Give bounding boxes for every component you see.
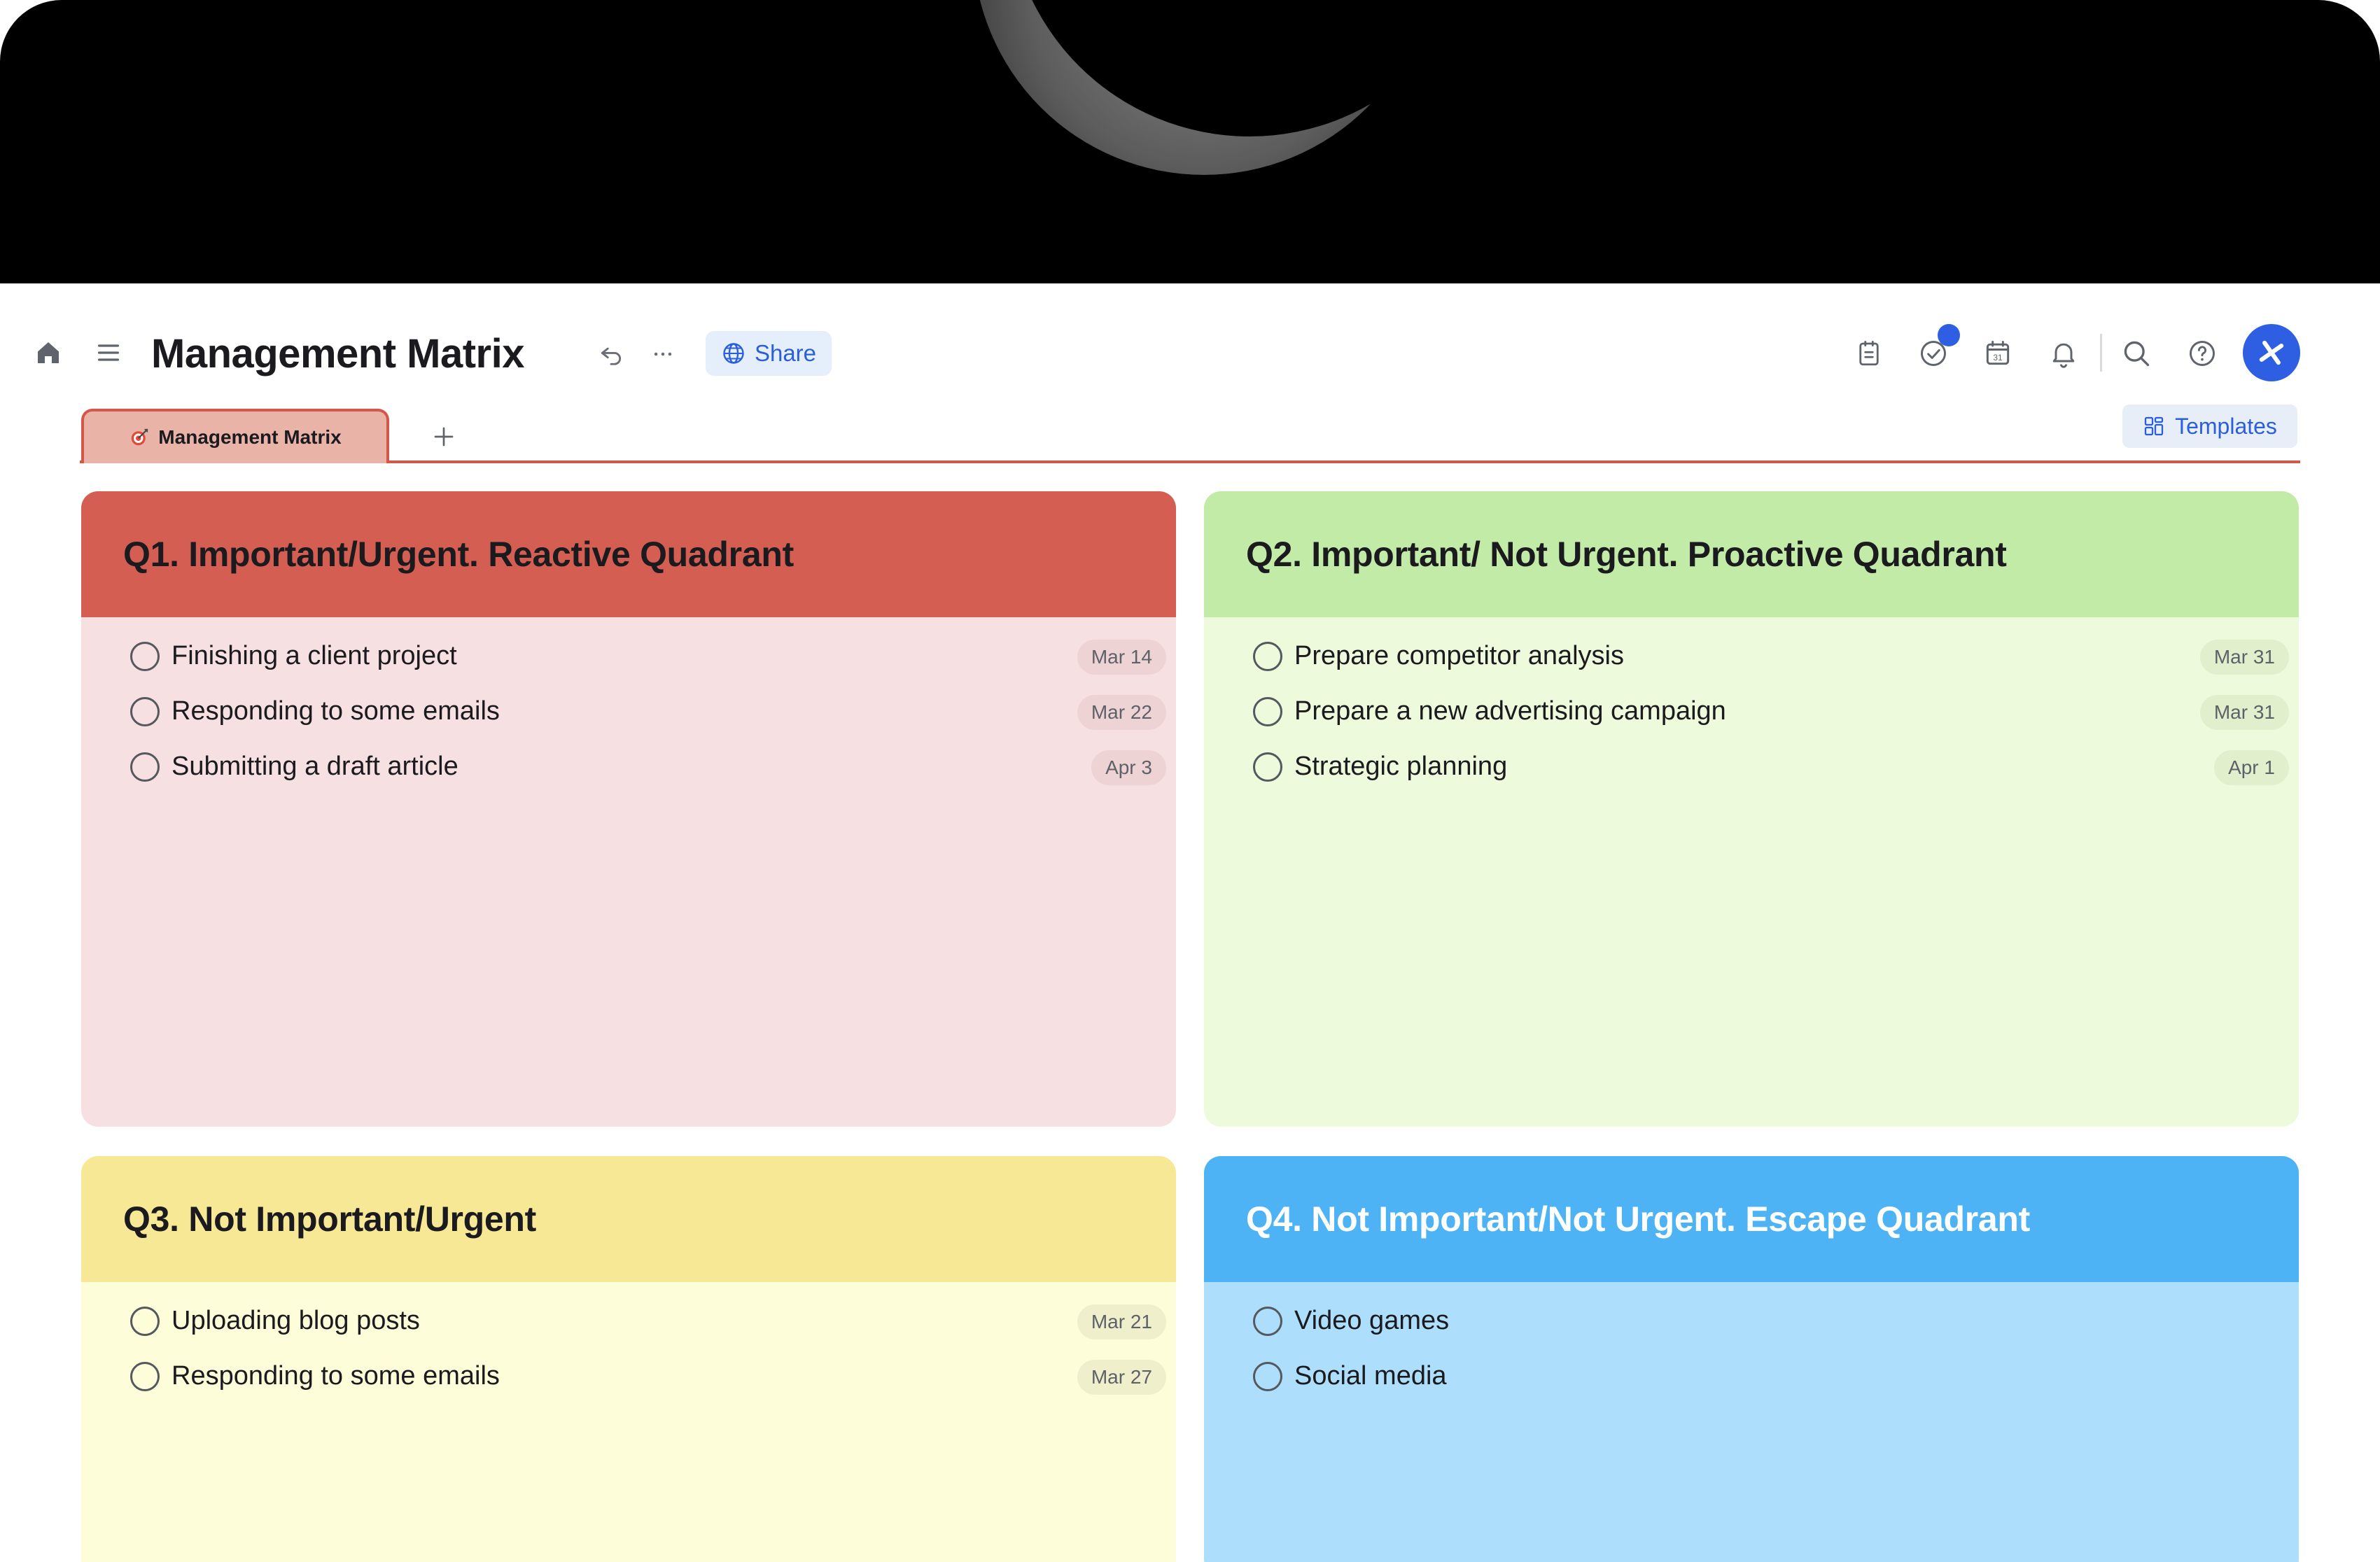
help-icon[interactable]	[2183, 334, 2222, 373]
quadrant-title[interactable]: Q2. Important/ Not Urgent. Proactive Qua…	[1204, 491, 2299, 617]
avatar-logo-icon	[2255, 337, 2288, 369]
task-label[interactable]: Responding to some emails	[172, 684, 500, 739]
task-checkbox[interactable]	[130, 1307, 160, 1336]
tab-management-matrix[interactable]: Management Matrix	[81, 409, 389, 463]
task-list: Video games Social media	[1204, 1282, 2299, 1404]
due-date-badge[interactable]: Mar 27	[1077, 1360, 1166, 1395]
task-checkbox[interactable]	[130, 642, 160, 671]
avatar[interactable]	[2243, 324, 2300, 381]
task-item: Prepare competitor analysis Mar 31	[1204, 628, 2299, 684]
plus-icon	[431, 424, 456, 449]
bell-icon[interactable]	[2044, 334, 2083, 373]
task-item: Video games	[1204, 1293, 2299, 1349]
templates-label: Templates	[2175, 413, 2277, 439]
calendar-icon[interactable]: 31	[1978, 334, 2017, 373]
quadrant-q4: Q4. Not Important/Not Urgent. Escape Qua…	[1204, 1156, 2299, 1562]
search-icon[interactable]	[2117, 334, 2156, 373]
due-date-badge[interactable]: Mar 22	[1077, 695, 1166, 730]
quadrant-title[interactable]: Q3. Not Important/Urgent	[81, 1156, 1176, 1282]
share-label: Share	[754, 340, 817, 366]
quadrant-q2: Q2. Important/ Not Urgent. Proactive Qua…	[1204, 491, 2299, 1127]
task-checkbox[interactable]	[1253, 752, 1282, 782]
add-tab-button[interactable]	[423, 416, 465, 458]
task-label[interactable]: Finishing a client project	[172, 628, 457, 684]
task-item: Strategic planning Apr 1	[1204, 739, 2299, 794]
page-title[interactable]: Management Matrix	[151, 323, 524, 386]
due-date-badge[interactable]: Apr 1	[2214, 750, 2289, 785]
undo-icon[interactable]	[594, 337, 629, 372]
task-label[interactable]: Prepare a new advertising campaign	[1294, 684, 1726, 739]
share-button[interactable]: Share	[706, 331, 832, 376]
task-checkbox[interactable]	[130, 752, 160, 782]
task-checkbox[interactable]	[130, 1362, 160, 1391]
task-item: Submitting a draft article Apr 3	[81, 739, 1176, 794]
globe-icon	[721, 341, 746, 366]
tab-label: Management Matrix	[158, 426, 342, 448]
task-item: Uploading blog posts Mar 21	[81, 1293, 1176, 1349]
task-checkbox[interactable]	[1253, 1362, 1282, 1391]
task-item: Responding to some emails Mar 22	[81, 684, 1176, 739]
due-date-badge[interactable]: Mar 14	[1077, 640, 1166, 675]
task-checkbox[interactable]	[1253, 642, 1282, 671]
task-checkbox[interactable]	[1253, 697, 1282, 726]
due-date-badge[interactable]: Mar 31	[2199, 640, 2289, 675]
task-label[interactable]: Video games	[1294, 1293, 1449, 1349]
quadrant-title[interactable]: Q4. Not Important/Not Urgent. Escape Qua…	[1204, 1156, 2299, 1282]
due-date-badge[interactable]: Mar 31	[2199, 695, 2289, 730]
task-checkbox[interactable]	[1253, 1307, 1282, 1336]
notes-icon[interactable]	[1849, 334, 1889, 373]
task-item: Responding to some emails Mar 27	[81, 1349, 1176, 1404]
task-label[interactable]: Strategic planning	[1294, 739, 1507, 794]
grid-icon	[2143, 415, 2165, 437]
crescent-moon-image	[976, 0, 1432, 178]
task-item: Finishing a client project Mar 14	[81, 628, 1176, 684]
tab-bar: Management Matrix Templates	[80, 404, 2300, 463]
calendar-day: 31	[1993, 353, 2003, 363]
quadrant-q3: Q3. Not Important/Urgent Uploading blog …	[81, 1156, 1176, 1562]
home-icon[interactable]	[31, 335, 66, 370]
task-item: Social media	[1204, 1349, 2299, 1404]
header-divider	[2100, 334, 2102, 372]
task-checkbox[interactable]	[130, 697, 160, 726]
task-list: Uploading blog posts Mar 21 Responding t…	[81, 1282, 1176, 1404]
templates-button[interactable]: Templates	[2122, 404, 2297, 448]
task-label[interactable]: Social media	[1294, 1349, 1447, 1404]
menu-icon[interactable]	[91, 335, 126, 370]
due-date-badge[interactable]: Mar 21	[1077, 1304, 1166, 1339]
notification-dot	[1938, 324, 1960, 346]
task-label[interactable]: Prepare competitor analysis	[1294, 628, 1624, 684]
task-label[interactable]: Submitting a draft article	[172, 739, 458, 794]
quadrant-q1: Q1. Important/Urgent. Reactive Quadrant …	[81, 491, 1176, 1127]
more-icon[interactable]	[645, 337, 680, 372]
task-list: Finishing a client project Mar 14 Respon…	[81, 617, 1176, 794]
cover-image	[0, 0, 2380, 283]
target-icon	[129, 427, 150, 448]
task-item: Prepare a new advertising campaign Mar 3…	[1204, 684, 2299, 739]
task-label[interactable]: Responding to some emails	[172, 1349, 500, 1404]
due-date-badge[interactable]: Apr 3	[1091, 750, 1166, 785]
quadrant-title[interactable]: Q1. Important/Urgent. Reactive Quadrant	[81, 491, 1176, 617]
task-list: Prepare competitor analysis Mar 31 Prepa…	[1204, 617, 2299, 794]
task-label[interactable]: Uploading blog posts	[172, 1293, 420, 1349]
page-header: Management Matrix Share 31	[0, 283, 2380, 423]
